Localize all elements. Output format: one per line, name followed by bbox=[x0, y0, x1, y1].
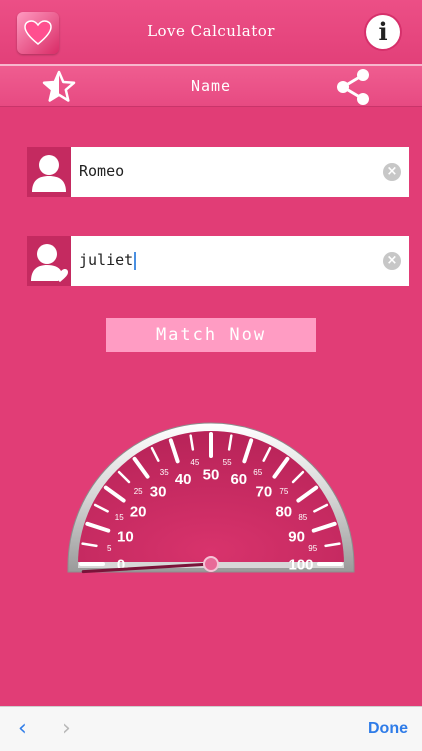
name1-field[interactable]: Romeo × bbox=[27, 147, 409, 197]
minor-tick-label: 95 bbox=[308, 544, 317, 553]
page-title: Love Calculator bbox=[147, 22, 275, 40]
name2-value: juliet bbox=[79, 251, 134, 269]
major-tick-label: 80 bbox=[275, 503, 292, 520]
forward-chevron-icon[interactable]: › bbox=[62, 718, 71, 740]
clear-name1-button[interactable]: × bbox=[383, 163, 401, 181]
text-cursor bbox=[134, 251, 137, 270]
name2-input[interactable]: juliet bbox=[79, 251, 137, 270]
needle-hub bbox=[203, 556, 219, 572]
major-tick-label: 90 bbox=[288, 529, 305, 546]
major-tick-label: 30 bbox=[150, 484, 167, 501]
major-tick-label: 60 bbox=[230, 471, 247, 488]
minor-tick-label: 85 bbox=[298, 513, 307, 522]
browser-bottom-bar: ‹ › Done bbox=[0, 706, 422, 751]
major-tick-label: 10 bbox=[117, 529, 134, 546]
back-chevron-icon[interactable]: ‹ bbox=[18, 718, 27, 740]
minor-tick-label: 45 bbox=[190, 458, 199, 467]
share-icon[interactable] bbox=[333, 68, 373, 110]
name1-input[interactable]: Romeo bbox=[79, 162, 124, 180]
match-now-button[interactable]: Match Now bbox=[106, 318, 316, 352]
minor-tick-label: 25 bbox=[134, 487, 143, 496]
info-button[interactable]: i bbox=[366, 15, 400, 49]
minor-tick-label: 65 bbox=[253, 468, 262, 477]
clear-name2-button[interactable]: × bbox=[383, 252, 401, 270]
done-button[interactable]: Done bbox=[368, 720, 408, 738]
major-tick-label: 100 bbox=[288, 556, 313, 573]
name2-field[interactable]: juliet × bbox=[27, 236, 409, 286]
person-icon bbox=[27, 147, 71, 197]
minor-tick-label: 5 bbox=[107, 544, 112, 553]
major-tick-label: 40 bbox=[175, 471, 192, 488]
person-heart-icon bbox=[27, 236, 71, 286]
minor-tick-label: 75 bbox=[279, 487, 288, 496]
major-tick-label: 50 bbox=[203, 466, 220, 483]
minor-tick-label: 35 bbox=[160, 468, 169, 477]
minor-tick-label: 55 bbox=[223, 458, 232, 467]
minor-tick-label: 15 bbox=[115, 513, 124, 522]
love-meter-gauge: 010203040 50 60708090100515253545 556575859… bbox=[67, 422, 355, 573]
major-tick-label: 70 bbox=[256, 484, 273, 501]
major-tick-label: 20 bbox=[130, 503, 147, 520]
